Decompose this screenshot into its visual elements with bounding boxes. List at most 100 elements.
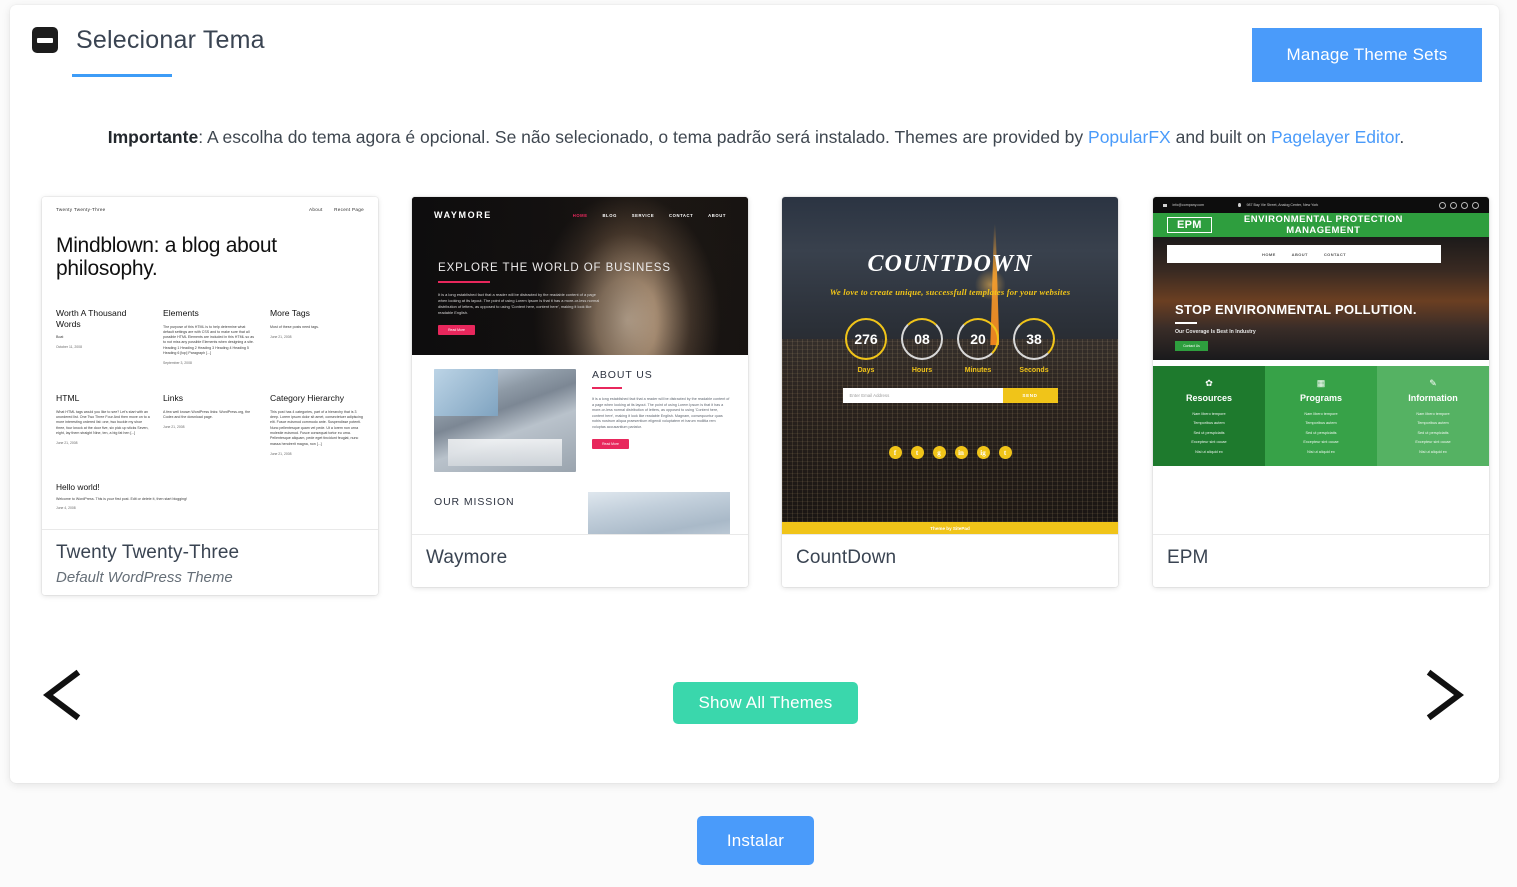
- preview-menu-item: HOME: [1262, 251, 1276, 257]
- envelope-icon: [1163, 203, 1167, 207]
- preview-address: 987 Bay Vie Street, Analog Center, New Y…: [1246, 203, 1319, 207]
- theme-name: CountDown: [796, 547, 897, 568]
- preview-subtitle: We love to create unique, successfull te…: [829, 287, 1071, 297]
- preview-post-body: A few well known WordPress links: WordPr…: [163, 409, 251, 420]
- preview-post: Elements The purpose of this HTML is to …: [163, 308, 257, 365]
- preview-post-body: Boat: [56, 335, 64, 339]
- preview-post: Links A few well known WordPress links: …: [163, 393, 257, 456]
- preview-band-title: ENVIRONMENTAL PROTECTION MANAGEMENT: [1243, 214, 1403, 236]
- notice-text-2: and built on: [1170, 127, 1271, 147]
- preview-post-date: October 11, 2008: [56, 345, 82, 350]
- preview-column-item: Nisi ut aliquid ex: [1307, 449, 1335, 454]
- pagelayer-editor-link[interactable]: Pagelayer Editor: [1271, 127, 1399, 147]
- preview-post-date: June 21, 2008: [270, 451, 292, 456]
- notice-text-3: .: [1399, 127, 1405, 147]
- preview-post-title: Hello world!: [56, 481, 100, 492]
- preview-hero-title: STOP ENVIRONMENTAL POLLUTION.: [1175, 302, 1417, 317]
- counter-value: 20: [957, 318, 999, 360]
- theme-preview-thumbnail: Twenty Twenty-Three About Recent Page Mi…: [42, 197, 378, 529]
- preview-post-title: Category Hierarchy: [270, 393, 345, 404]
- preview-post: Worth A Thousand Words Boat October 11, …: [56, 308, 150, 365]
- tumblr-icon: t: [998, 446, 1012, 459]
- preview-nav-item: SERVICE: [631, 212, 655, 218]
- theme-card-epm[interactable]: info@company.com 987 Bay Vie Street, Ana…: [1153, 197, 1489, 587]
- preview-hero-sub: Our Coverage Is Best In Industry: [1175, 329, 1256, 335]
- theme-card-twenty-twenty-three[interactable]: Twenty Twenty-Three About Recent Page Mi…: [42, 197, 378, 595]
- theme-cards-row: Twenty Twenty-Three About Recent Page Mi…: [42, 197, 1492, 597]
- preview-social-icons: f t g in ig t: [782, 446, 1118, 459]
- preview-column-item: Excepteur sint occae: [1191, 440, 1227, 445]
- theme-subtitle: Default WordPress Theme: [56, 569, 233, 586]
- theme-card-footer: Twenty Twenty-Three Default WordPress Th…: [42, 529, 378, 595]
- preview-team-photo: [434, 369, 576, 472]
- theme-preview-thumbnail: COUNTDOWN We love to create unique, succ…: [782, 197, 1118, 534]
- twitter-icon: [1461, 201, 1468, 209]
- show-all-themes-button[interactable]: Show All Themes: [673, 682, 858, 724]
- carousel-prev-button[interactable]: [32, 660, 92, 730]
- preview-post: More Tags Most of these posts need tags.…: [270, 308, 364, 365]
- notice-text-1: : A escolha do tema agora é opcional. Se…: [198, 127, 1089, 147]
- preview-column-title: Programs: [1299, 393, 1343, 403]
- twitter-icon: t: [910, 446, 924, 459]
- preview-column-item: Nam libero tempore: [1416, 412, 1450, 416]
- preview-nav: About Recent Page: [299, 207, 364, 212]
- preview-hero-title: EXPLORE THE WORLD OF BUSINESS: [438, 262, 671, 274]
- preview-post-body: The purpose of this HTML is to help dete…: [163, 324, 255, 355]
- preview-post-title: Links: [163, 393, 184, 404]
- preview-logo: EPM: [1167, 217, 1212, 233]
- counter-label: Minutes: [964, 367, 992, 374]
- edit-icon: ✎: [1429, 378, 1437, 388]
- preview-column-item: Sed ut perspiciatis: [1193, 430, 1225, 435]
- select-theme-panel: Selecionar Tema Manage Theme Sets Import…: [10, 5, 1499, 783]
- notice-strong: Importante: [107, 127, 199, 147]
- chevron-left-icon: [43, 669, 81, 721]
- preview-post-date: June 21, 2008: [163, 425, 185, 430]
- theme-card-footer: Waymore: [412, 534, 748, 587]
- preview-post-date: September 3, 2008: [163, 361, 192, 366]
- minus-square-icon[interactable]: [32, 27, 58, 53]
- panel-header: Selecionar Tema Manage Theme Sets: [10, 5, 1499, 82]
- page-title: Selecionar Tema: [76, 26, 265, 54]
- theme-preview-thumbnail: info@company.com 987 Bay Vie Street, Ana…: [1153, 197, 1489, 534]
- preview-nav-item: Recent Page: [334, 207, 364, 212]
- preview-post-body: Most of these posts need tags.: [270, 324, 319, 329]
- theme-card-waymore[interactable]: WAYMORE HOME BLOG SERVICE CONTACT ABOUT …: [412, 197, 748, 587]
- popularfx-link[interactable]: PopularFX: [1088, 127, 1171, 147]
- preview-feature-column: ✎ Information Nam libero tempore Tempori…: [1377, 366, 1489, 466]
- preview-counters: 276 Days 08 Hours 20 Minutes 38 Seconds: [782, 318, 1118, 374]
- preview-hero-button: Contact Us: [1175, 341, 1208, 351]
- preview-social-icons: [1439, 201, 1479, 209]
- preview-column-item: Temporibus autem: [1193, 421, 1225, 426]
- title-underline: [72, 74, 172, 77]
- carousel-next-button[interactable]: [1415, 660, 1475, 730]
- install-button[interactable]: Instalar: [697, 816, 814, 865]
- google-plus-icon: g: [932, 446, 946, 459]
- preview-column-item: Nisi ut aliquid ex: [1195, 449, 1223, 454]
- preview-rule: [592, 387, 622, 389]
- preview-headline: Mindblown: a blog about philosophy.: [56, 234, 277, 280]
- preview-column-item: Nam libero tempore: [1304, 412, 1338, 416]
- counter-value: 276: [845, 318, 887, 360]
- theme-card-countdown[interactable]: COUNTDOWN We love to create unique, succ…: [782, 197, 1118, 587]
- preview-post-date: June 4, 2008: [56, 506, 76, 511]
- preview-post-title: Elements: [163, 308, 199, 318]
- preview-nav-item: ABOUT: [708, 212, 726, 218]
- preview-post: Category Hierarchy This post has 4 categ…: [270, 393, 364, 456]
- preview-logo: WAYMORE: [434, 210, 492, 220]
- preview-title: COUNTDOWN: [867, 251, 1033, 277]
- preview-column-item: Temporibus autem: [1417, 421, 1449, 426]
- manage-theme-sets-button[interactable]: Manage Theme Sets: [1252, 28, 1482, 82]
- preview-column-item: Temporibus autem: [1305, 421, 1337, 426]
- instagram-icon: [1450, 201, 1457, 209]
- preview-counter: 38 Seconds: [1013, 318, 1055, 374]
- preview-menu: HOME ABOUT CONTACT: [1167, 245, 1441, 263]
- card-icon: ▦: [1316, 378, 1326, 388]
- counter-label: Hours: [911, 367, 933, 374]
- preview-column-item: Sed ut perspiciatis: [1305, 430, 1337, 435]
- preview-column-item: Sed ut perspiciatis: [1417, 430, 1449, 435]
- preview-mission-photo: [588, 492, 730, 534]
- linkedin-icon: in: [954, 446, 968, 459]
- map-pin-icon: [1238, 203, 1241, 207]
- counter-label: Days: [857, 367, 875, 374]
- preview-counter: 08 Hours: [901, 318, 943, 374]
